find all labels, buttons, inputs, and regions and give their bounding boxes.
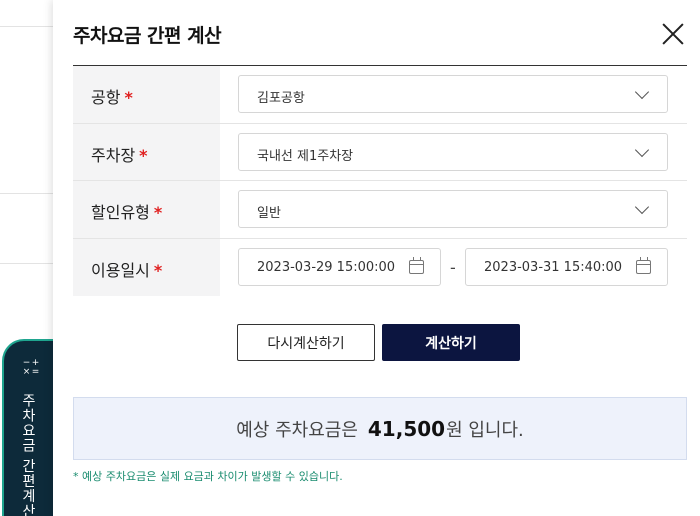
calculation-form: 공항 * 김포공항 주차장 * 국내선 제1주차장 할인유형 * 일반 이용일시…	[73, 66, 687, 296]
start-datetime-value: 2023-03-29 15:00:00	[257, 259, 396, 275]
end-datetime-value: 2023-03-31 15:40:00	[484, 259, 623, 275]
calculate-button[interactable]: 계산하기	[382, 324, 520, 361]
airport-select[interactable]: 김포공항	[238, 75, 668, 113]
form-row-parking-lot: 주차장 * 국내선 제1주차장	[73, 123, 687, 181]
fee-notice: * 예상 주차요금은 실제 요금과 차이가 발생할 수 있습니다.	[73, 470, 343, 483]
parking-lot-select-value: 국내선 제1주차장	[257, 148, 354, 164]
parking-calculator-side-tab[interactable]: −+ ×= 주차요금 간편계산	[2, 339, 54, 516]
required-mark: *	[153, 260, 163, 280]
parking-lot-label: 주차장 *	[91, 145, 148, 165]
start-datetime-input[interactable]: 2023-03-29 15:00:00	[238, 247, 441, 286]
background-divider	[0, 193, 60, 194]
airport-select-value: 김포공항	[257, 91, 305, 106]
discount-type-select-value: 일반	[257, 206, 281, 221]
date-range-separator: -	[450, 257, 456, 277]
airport-label: 공항 *	[91, 88, 133, 107]
end-datetime-input[interactable]: 2023-03-31 15:40:00	[465, 247, 668, 286]
chevron-down-icon	[634, 84, 650, 100]
required-mark: *	[153, 203, 163, 222]
calendar-icon[interactable]	[636, 256, 651, 274]
period-label: 이용일시 *	[91, 260, 163, 280]
label-cell: 공항 *	[73, 66, 220, 123]
form-row-airport: 공항 * 김포공항	[73, 66, 687, 124]
required-mark: *	[139, 145, 148, 165]
reset-button[interactable]: 다시계산하기	[237, 324, 375, 361]
form-row-discount-type: 할인유형 * 일반	[73, 181, 687, 239]
close-icon[interactable]	[659, 20, 687, 48]
result-suffix: 원 입니다.	[446, 419, 524, 441]
discount-type-label: 할인유형 *	[91, 203, 163, 222]
label-cell: 이용일시 *	[73, 238, 220, 296]
result-prefix: 예상 주차요금은	[236, 419, 358, 441]
result-amount: 41,500	[367, 416, 446, 441]
label-cell: 할인유형 *	[73, 181, 220, 238]
discount-type-select[interactable]: 일반	[238, 190, 668, 228]
calendar-icon[interactable]	[409, 256, 424, 274]
calculator-icon: −+ ×=	[22, 358, 40, 377]
modal-title: 주차요금 간편 계산	[73, 25, 222, 47]
estimated-fee-result: 예상 주차요금은 41,500 원 입니다.	[73, 397, 687, 460]
background-divider	[0, 26, 60, 27]
chevron-down-icon	[634, 199, 650, 215]
form-row-period: 이용일시 * 2023-03-29 15:00:00 - 2023-03-31 1…	[73, 238, 687, 296]
parking-lot-select[interactable]: 국내선 제1주차장	[238, 132, 668, 171]
background-divider	[0, 263, 60, 264]
label-cell: 주차장 *	[73, 123, 220, 180]
chevron-down-icon	[634, 142, 650, 157]
parking-fee-modal: 주차요금 간편 계산 공항 * 김포공항 주차장 * 국내선 제1주차장 할인유형 *	[53, 0, 700, 516]
required-mark: *	[124, 88, 133, 107]
side-tab-label: 주차요금 간편계산	[20, 393, 36, 516]
